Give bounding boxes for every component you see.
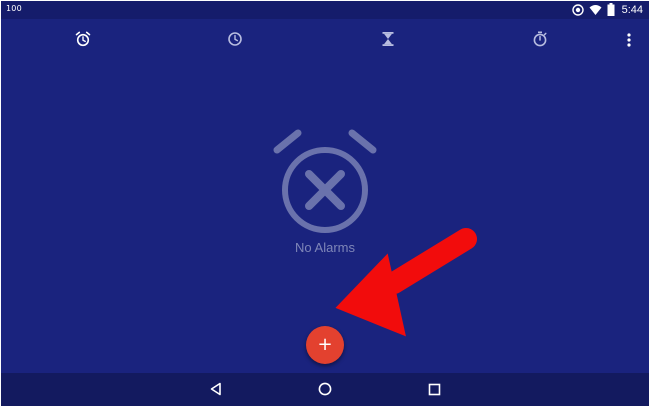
overflow-menu-button[interactable] [615,27,643,55]
sync-icon [571,1,584,20]
status-right: 5:44 [571,1,643,20]
hourglass-icon [381,31,395,51]
add-alarm-button[interactable]: + [306,326,344,364]
more-vert-icon [627,32,631,51]
nav-back-button[interactable] [205,379,227,401]
alarm-off-icon [272,128,378,238]
navigation-bar [1,373,649,406]
alarm-clock-icon [75,31,91,51]
status-left-text: 100 [6,4,22,13]
stopwatch-icon [532,31,548,51]
battery-icon [607,1,615,20]
screenshot-frame: 100 5:44 No Alarms + [0,0,650,407]
wifi-icon [589,1,602,20]
clock-icon [227,31,243,51]
empty-state-label: No Alarms [295,240,355,255]
nav-home-button[interactable] [314,379,336,401]
tab-timer[interactable] [374,27,402,55]
tab-bar [1,19,649,63]
app-screen: 100 5:44 No Alarms + [1,1,649,406]
home-icon [318,381,332,400]
nav-recents-button[interactable] [423,379,445,401]
recents-icon [428,381,441,400]
status-bar: 100 5:44 [1,1,649,19]
tab-alarm[interactable] [69,27,97,55]
tab-clock[interactable] [221,27,249,55]
status-time: 5:44 [621,4,643,16]
tab-stopwatch[interactable] [526,27,554,55]
back-icon [209,381,223,400]
